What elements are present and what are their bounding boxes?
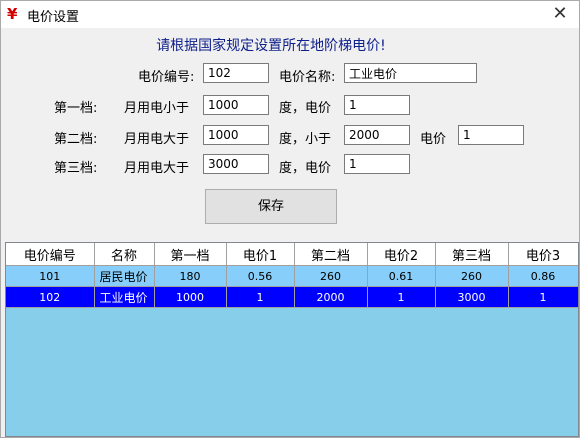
table-cell: 0.86 bbox=[508, 265, 578, 287]
price-table[interactable]: 电价编号 名称 第一档 电价1 第二档 电价2 第三档 电价3 101 居民电价… bbox=[5, 242, 579, 437]
instruction-heading: 请根据国家规定设置所在地阶梯电价! bbox=[156, 38, 386, 54]
tier2-label: 第二档: bbox=[54, 132, 98, 147]
tier3-unit: 度，电价 bbox=[279, 161, 332, 176]
tier1-unit: 度，电价 bbox=[279, 101, 332, 116]
window-title: 电价设置 bbox=[27, 10, 80, 25]
column-header[interactable]: 第二档 bbox=[294, 243, 368, 266]
tier2-unit: 度，小于 bbox=[279, 132, 332, 147]
tier3-price-input[interactable] bbox=[344, 154, 410, 174]
table-cell: 3000 bbox=[435, 286, 509, 308]
table-cell: 1 bbox=[367, 286, 436, 308]
tier2-amount-input[interactable] bbox=[203, 125, 269, 145]
save-button[interactable]: 保存 bbox=[205, 189, 337, 224]
dialog-window: ¥ 电价设置 ✕ 请根据国家规定设置所在地阶梯电价! 电价编号: 电价名称: 第… bbox=[0, 0, 580, 438]
table-cell: 2000 bbox=[294, 286, 368, 308]
tier2-condition: 月用电大于 bbox=[124, 132, 190, 147]
tier3-amount-input[interactable] bbox=[203, 154, 269, 174]
table-cell: 180 bbox=[154, 265, 227, 287]
yen-icon: ¥ bbox=[7, 5, 18, 23]
table-header-row: 电价编号 名称 第一档 电价1 第二档 电价2 第三档 电价3 bbox=[6, 243, 578, 266]
column-header[interactable]: 电价1 bbox=[226, 243, 295, 266]
column-header[interactable]: 第一档 bbox=[154, 243, 227, 266]
tier1-price-input[interactable] bbox=[344, 95, 410, 115]
table-cell: 101 bbox=[6, 265, 95, 287]
tier2-price-label: 电价 bbox=[420, 132, 447, 147]
table-cell: 工业电价 bbox=[94, 286, 155, 308]
column-header[interactable]: 名称 bbox=[94, 243, 155, 266]
column-header[interactable]: 电价编号 bbox=[6, 243, 95, 266]
table-cell: 1000 bbox=[154, 286, 227, 308]
tier1-label: 第一档: bbox=[54, 101, 98, 116]
code-input[interactable] bbox=[203, 63, 269, 83]
name-input[interactable] bbox=[344, 63, 477, 83]
tier2-price-input[interactable] bbox=[458, 125, 524, 145]
table-cell: 居民电价 bbox=[94, 265, 155, 287]
tier3-condition: 月用电大于 bbox=[124, 161, 190, 176]
column-header[interactable]: 电价2 bbox=[367, 243, 436, 266]
tier2-upper-input[interactable] bbox=[344, 125, 410, 145]
table-cell: 0.56 bbox=[226, 265, 295, 287]
column-header[interactable]: 电价3 bbox=[508, 243, 578, 266]
table-cell: 1 bbox=[226, 286, 295, 308]
table-cell: 102 bbox=[6, 286, 95, 308]
table-cell: 260 bbox=[294, 265, 368, 287]
table-cell: 1 bbox=[508, 286, 578, 308]
tier3-label: 第三档: bbox=[54, 161, 98, 176]
tier1-amount-input[interactable] bbox=[203, 95, 269, 115]
column-header[interactable]: 第三档 bbox=[435, 243, 509, 266]
title-bar: ¥ 电价设置 ✕ bbox=[1, 1, 579, 28]
code-label: 电价编号: bbox=[138, 70, 195, 85]
table-cell: 0.61 bbox=[367, 265, 436, 287]
table-row-selected[interactable]: 102 工业电价 1000 1 2000 1 3000 1 bbox=[6, 286, 578, 308]
tier1-condition: 月用电小于 bbox=[124, 101, 190, 116]
close-button[interactable]: ✕ bbox=[549, 3, 571, 25]
table-row[interactable]: 101 居民电价 180 0.56 260 0.61 260 0.86 bbox=[6, 265, 578, 287]
table-cell: 260 bbox=[435, 265, 509, 287]
name-label: 电价名称: bbox=[279, 70, 336, 85]
